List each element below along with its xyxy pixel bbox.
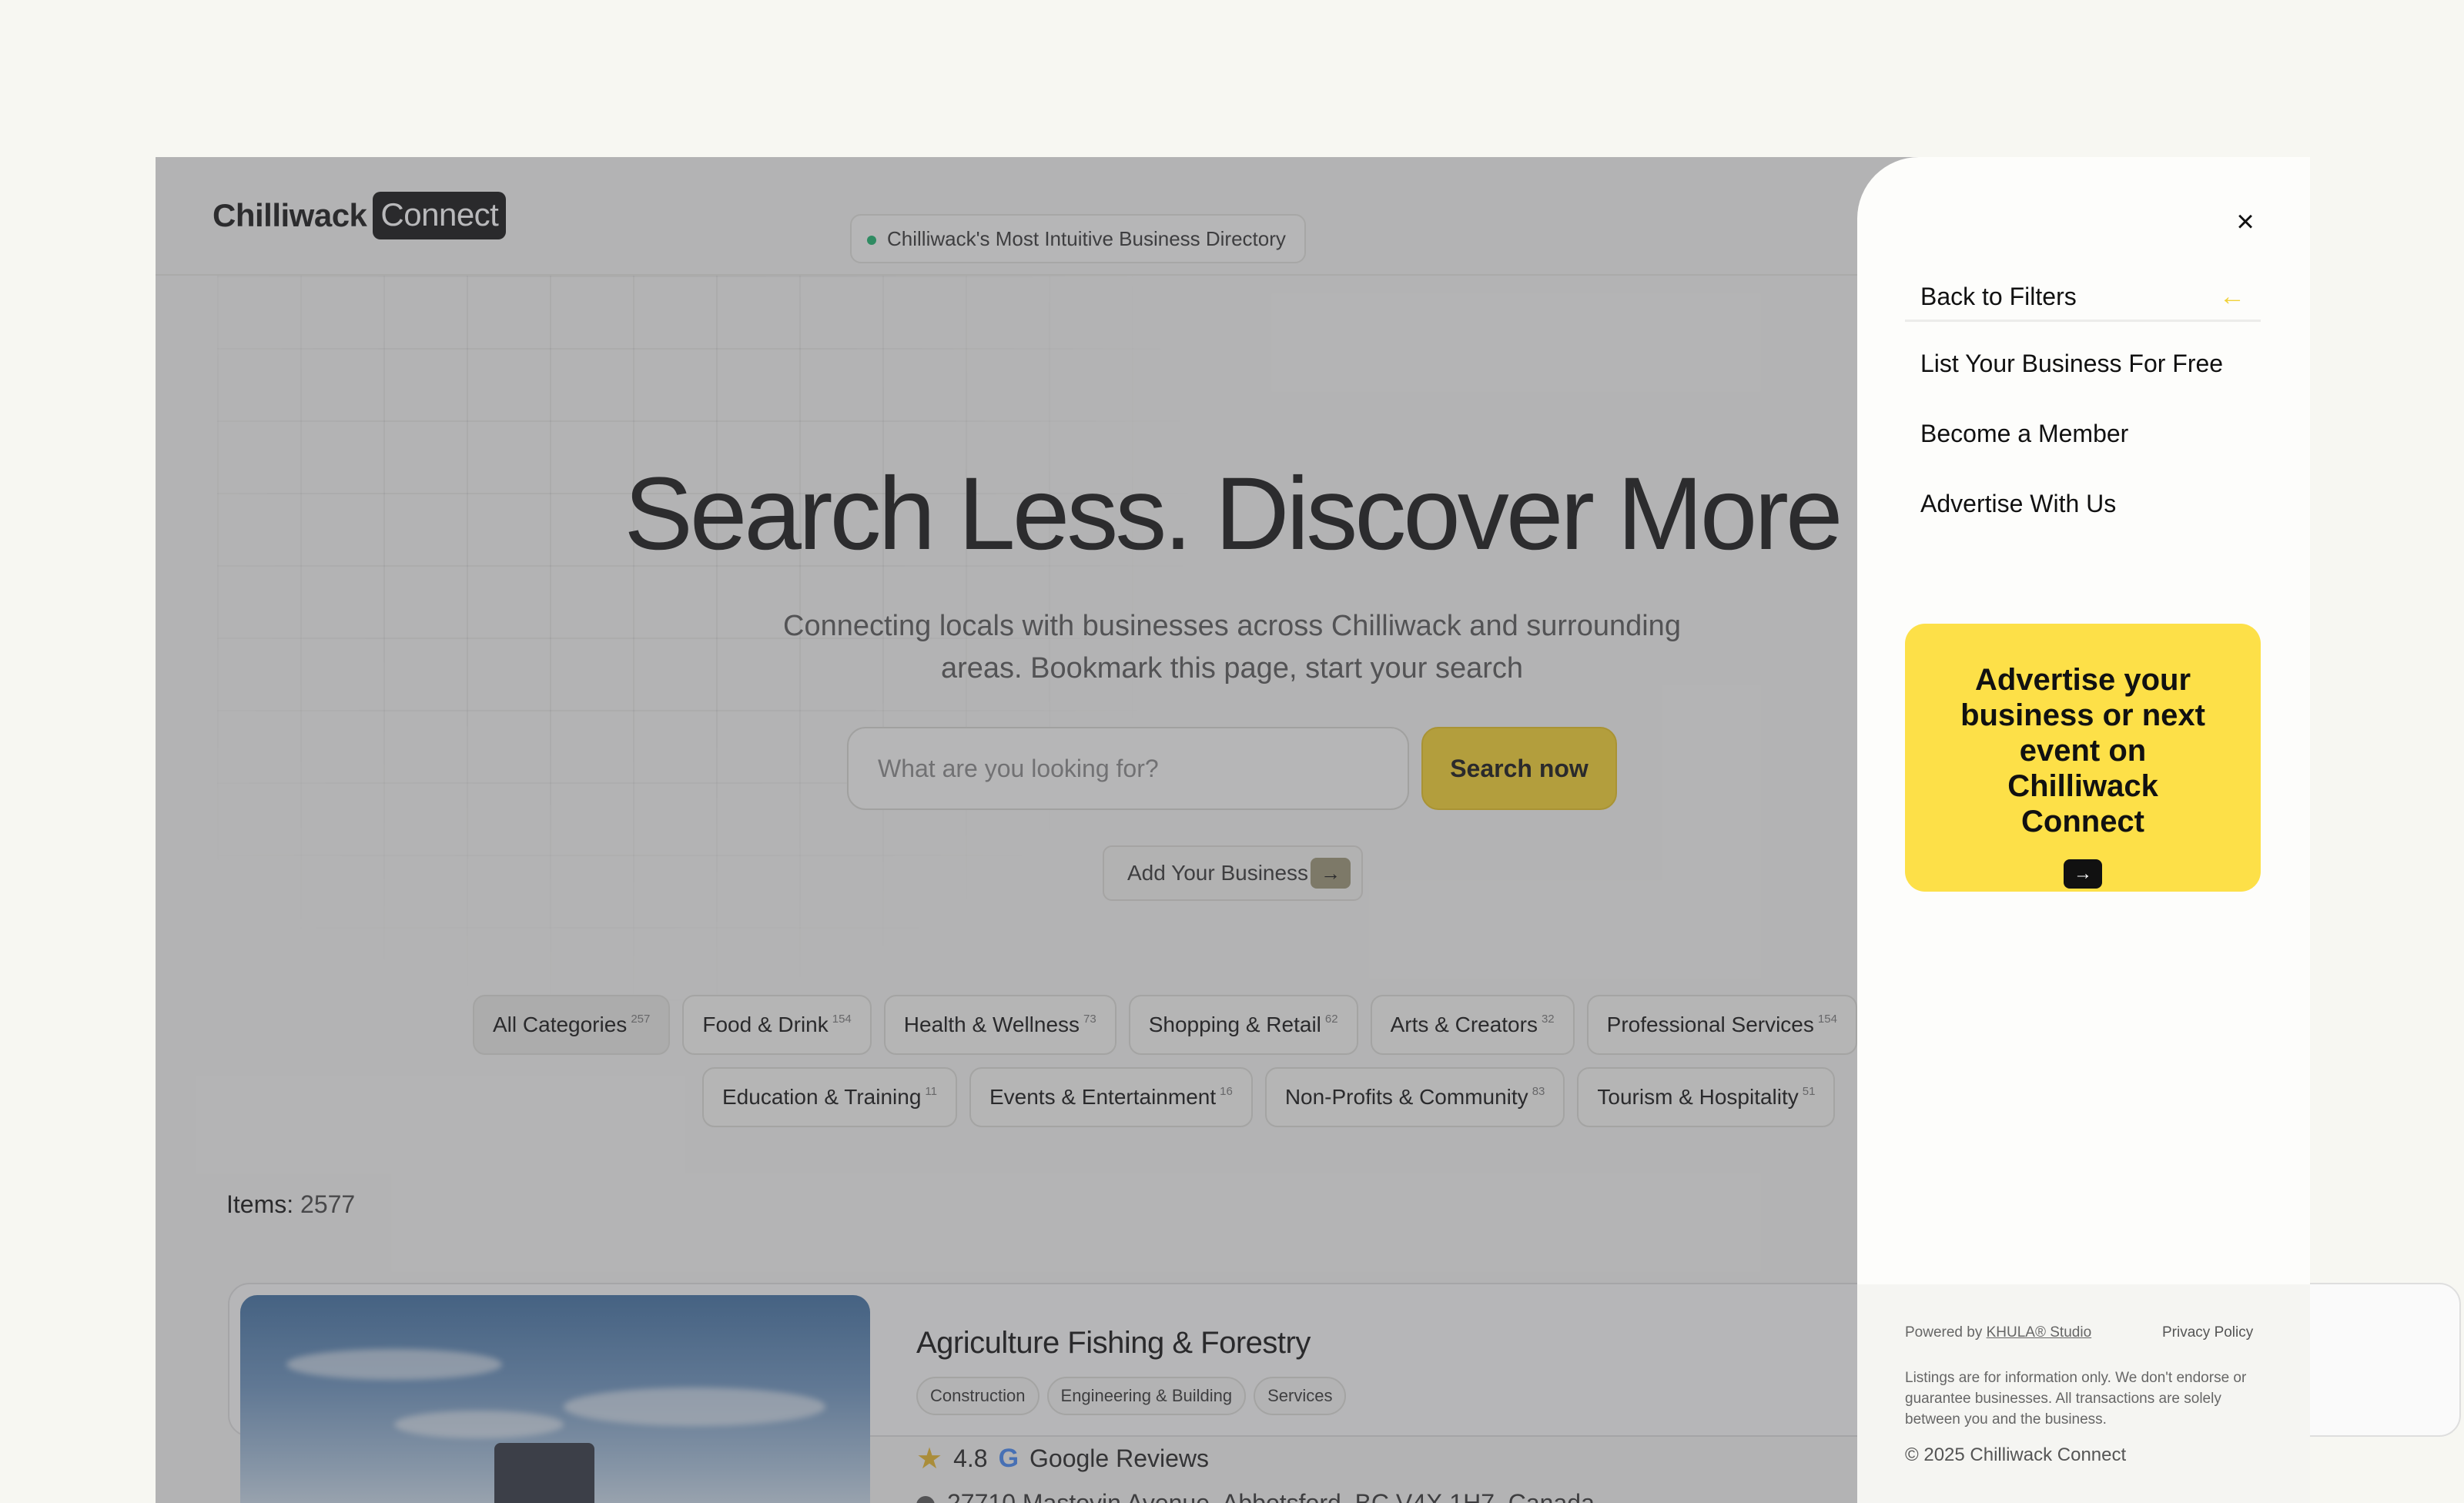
copyright-text: © 2025 Chilliwack Connect xyxy=(1905,1444,2127,1465)
studio-link[interactable]: KHULA® Studio xyxy=(1987,1324,2092,1341)
menu-item-advertise[interactable]: Advertise With Us xyxy=(1920,490,2116,518)
back-to-filters-link[interactable]: Back to Filters ← xyxy=(1905,274,2261,322)
back-to-filters-label: Back to Filters xyxy=(1920,283,2077,310)
powered-by: Powered by KHULA® Studio xyxy=(1905,1324,2091,1341)
close-icon[interactable]: × xyxy=(2231,206,2259,237)
powered-by-label: Powered by xyxy=(1905,1324,1983,1341)
menu-item-list-business[interactable]: List Your Business For Free xyxy=(1920,350,2223,378)
advertise-card[interactable]: Advertise your business or next event on… xyxy=(1905,624,2261,892)
arrow-left-icon: ← xyxy=(2219,282,2245,311)
disclaimer-text: Listings are for information only. We do… xyxy=(1905,1370,2247,1428)
arrow-right-icon: → xyxy=(2064,859,2102,889)
privacy-policy-link[interactable]: Privacy Policy xyxy=(2162,1324,2253,1341)
advertise-card-text: Advertise your business or next event on… xyxy=(1960,663,2205,839)
menu-item-become-member[interactable]: Become a Member xyxy=(1920,420,2128,448)
